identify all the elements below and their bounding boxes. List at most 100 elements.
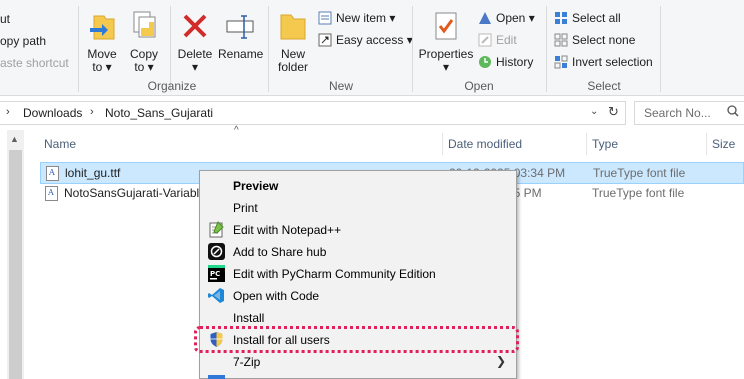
column-header-name[interactable]: Name [44,137,76,151]
menu-item-label: Edit with Notepad++ [233,223,342,237]
invert-selection-icon [554,55,568,69]
edit-label: Edit [496,33,517,47]
column-header-type[interactable]: Type [592,137,618,151]
highlight-annotation [194,326,519,353]
copy-to-sublabel: to ▾ [134,60,154,74]
file-name: NotoSansGujarati-Variable [64,186,206,200]
select-none-button[interactable]: Select none [554,31,635,49]
menu-item-notepad-plus[interactable]: Edit with Notepad++ [200,219,516,241]
easy-access-icon [318,33,332,47]
copy-to-button[interactable]: Copy to ▾ [126,10,162,74]
font-file-icon: A [46,166,59,181]
open-icon [478,11,492,25]
scroll-up-arrow-icon[interactable]: ▲ [10,134,19,144]
address-row: › Downloads › Noto_Sans_Gujarati ⌄ ↻ Sea… [0,97,744,129]
group-separator [78,6,79,92]
notepad-plus-icon [208,221,225,238]
select-all-button[interactable]: Select all [554,9,621,27]
paste-shortcut-button[interactable]: aste shortcut [0,56,69,70]
properties-dropdown[interactable]: ▾ [418,61,474,74]
group-separator [268,6,269,92]
search-input[interactable]: Search No... [634,101,744,125]
breadcrumb-current-folder[interactable]: Noto_Sans_Gujarati [105,106,213,120]
file-type: TrueType font file [592,186,685,200]
open-label: Open [496,11,526,25]
menu-item-label: 7-Zip [233,355,261,369]
menu-item-label: Print [233,201,258,215]
edit-icon [478,33,492,47]
menu-item-share-hub[interactable]: Add to Share hub [200,241,516,263]
partial-menu-icon [208,375,225,379]
refresh-icon[interactable]: ↻ [608,104,619,120]
breadcrumb-chevron[interactable]: › [6,106,10,118]
search-icon [727,105,739,120]
select-all-icon [554,11,568,25]
column-divider[interactable] [706,133,707,155]
menu-item-label: Open with Code [233,289,320,303]
new-item-button[interactable]: New item ▾ [318,9,395,27]
menu-item-label: Edit with PyCharm Community Edition [233,267,436,281]
easy-access-label: Easy access [336,33,404,47]
pycharm-icon: PC [208,265,225,282]
select-none-icon [554,33,568,47]
menu-item-print[interactable]: Print [200,197,516,219]
delete-button[interactable]: Delete ▾ [176,10,214,74]
search-placeholder: Search No... [644,106,711,120]
address-bar[interactable]: › Downloads › Noto_Sans_Gujarati ⌄ ↻ [0,101,626,125]
ribbon: ut opy path aste shortcut Move to ▾ Copy… [0,0,744,96]
move-to-sublabel: to ▾ [92,60,112,74]
rename-button[interactable]: Rename [218,10,264,61]
edit-button[interactable]: Edit [478,31,517,49]
rename-icon [224,10,256,44]
history-label: History [496,55,534,69]
nav-pane-scroll-thumb[interactable] [9,150,22,379]
copy-path-button[interactable]: opy path [0,34,46,48]
vscode-icon [208,287,225,304]
new-item-icon [318,11,332,25]
open-button[interactable]: Open ▾ [478,9,535,27]
move-to-button[interactable]: Move to ▾ [84,10,120,74]
new-group-label: New [328,79,353,93]
select-all-label: Select all [572,11,621,25]
delete-dropdown[interactable]: ▾ [176,61,214,74]
column-header-size[interactable]: Size [712,137,735,151]
history-icon [478,55,492,69]
properties-button[interactable]: Properties ▾ [418,10,474,74]
new-folder-button[interactable]: New folder [274,10,312,74]
share-hub-icon [208,243,225,260]
menu-item-7zip[interactable]: 7-Zip ❯ [200,351,516,373]
group-separator [660,6,661,92]
copy-to-icon [128,10,160,44]
select-group-label: Select [587,79,621,93]
menu-item-label: Add to Share hub [233,245,327,259]
address-dropdown-icon[interactable]: ⌄ [590,106,598,117]
column-header-date[interactable]: Date modified [448,137,522,151]
menu-item-label: Preview [233,179,279,193]
invert-selection-label: Invert selection [572,55,653,69]
properties-icon [430,10,462,44]
file-type: TrueType font file [593,166,686,180]
menu-item-preview[interactable]: Preview [200,175,516,197]
font-file-icon: A [45,186,58,201]
menu-item-pycharm[interactable]: PC Edit with PyCharm Community Edition [200,263,516,285]
new-folder-label-2: folder [277,60,309,74]
breadcrumb-chevron[interactable]: › [90,106,94,118]
column-divider[interactable] [586,133,587,155]
cut-button[interactable]: ut [0,12,10,26]
group-separator [412,6,413,92]
file-name: lohit_gu.ttf [65,166,121,180]
invert-selection-button[interactable]: Invert selection [554,53,653,71]
move-to-icon [86,10,118,44]
delete-icon [179,10,211,44]
group-separator [546,6,547,92]
breadcrumb-downloads[interactable]: Downloads [23,106,82,120]
rename-label: Rename [218,47,264,61]
new-item-label: New item [336,11,387,25]
menu-item-vscode[interactable]: Open with Code [200,285,516,307]
open-group-label: Open [464,79,494,93]
organize-group-label: Organize [147,79,197,93]
column-divider[interactable] [442,133,443,155]
easy-access-button[interactable]: Easy access ▾ [318,31,413,49]
history-button[interactable]: History [478,53,533,71]
new-folder-icon [277,10,309,44]
